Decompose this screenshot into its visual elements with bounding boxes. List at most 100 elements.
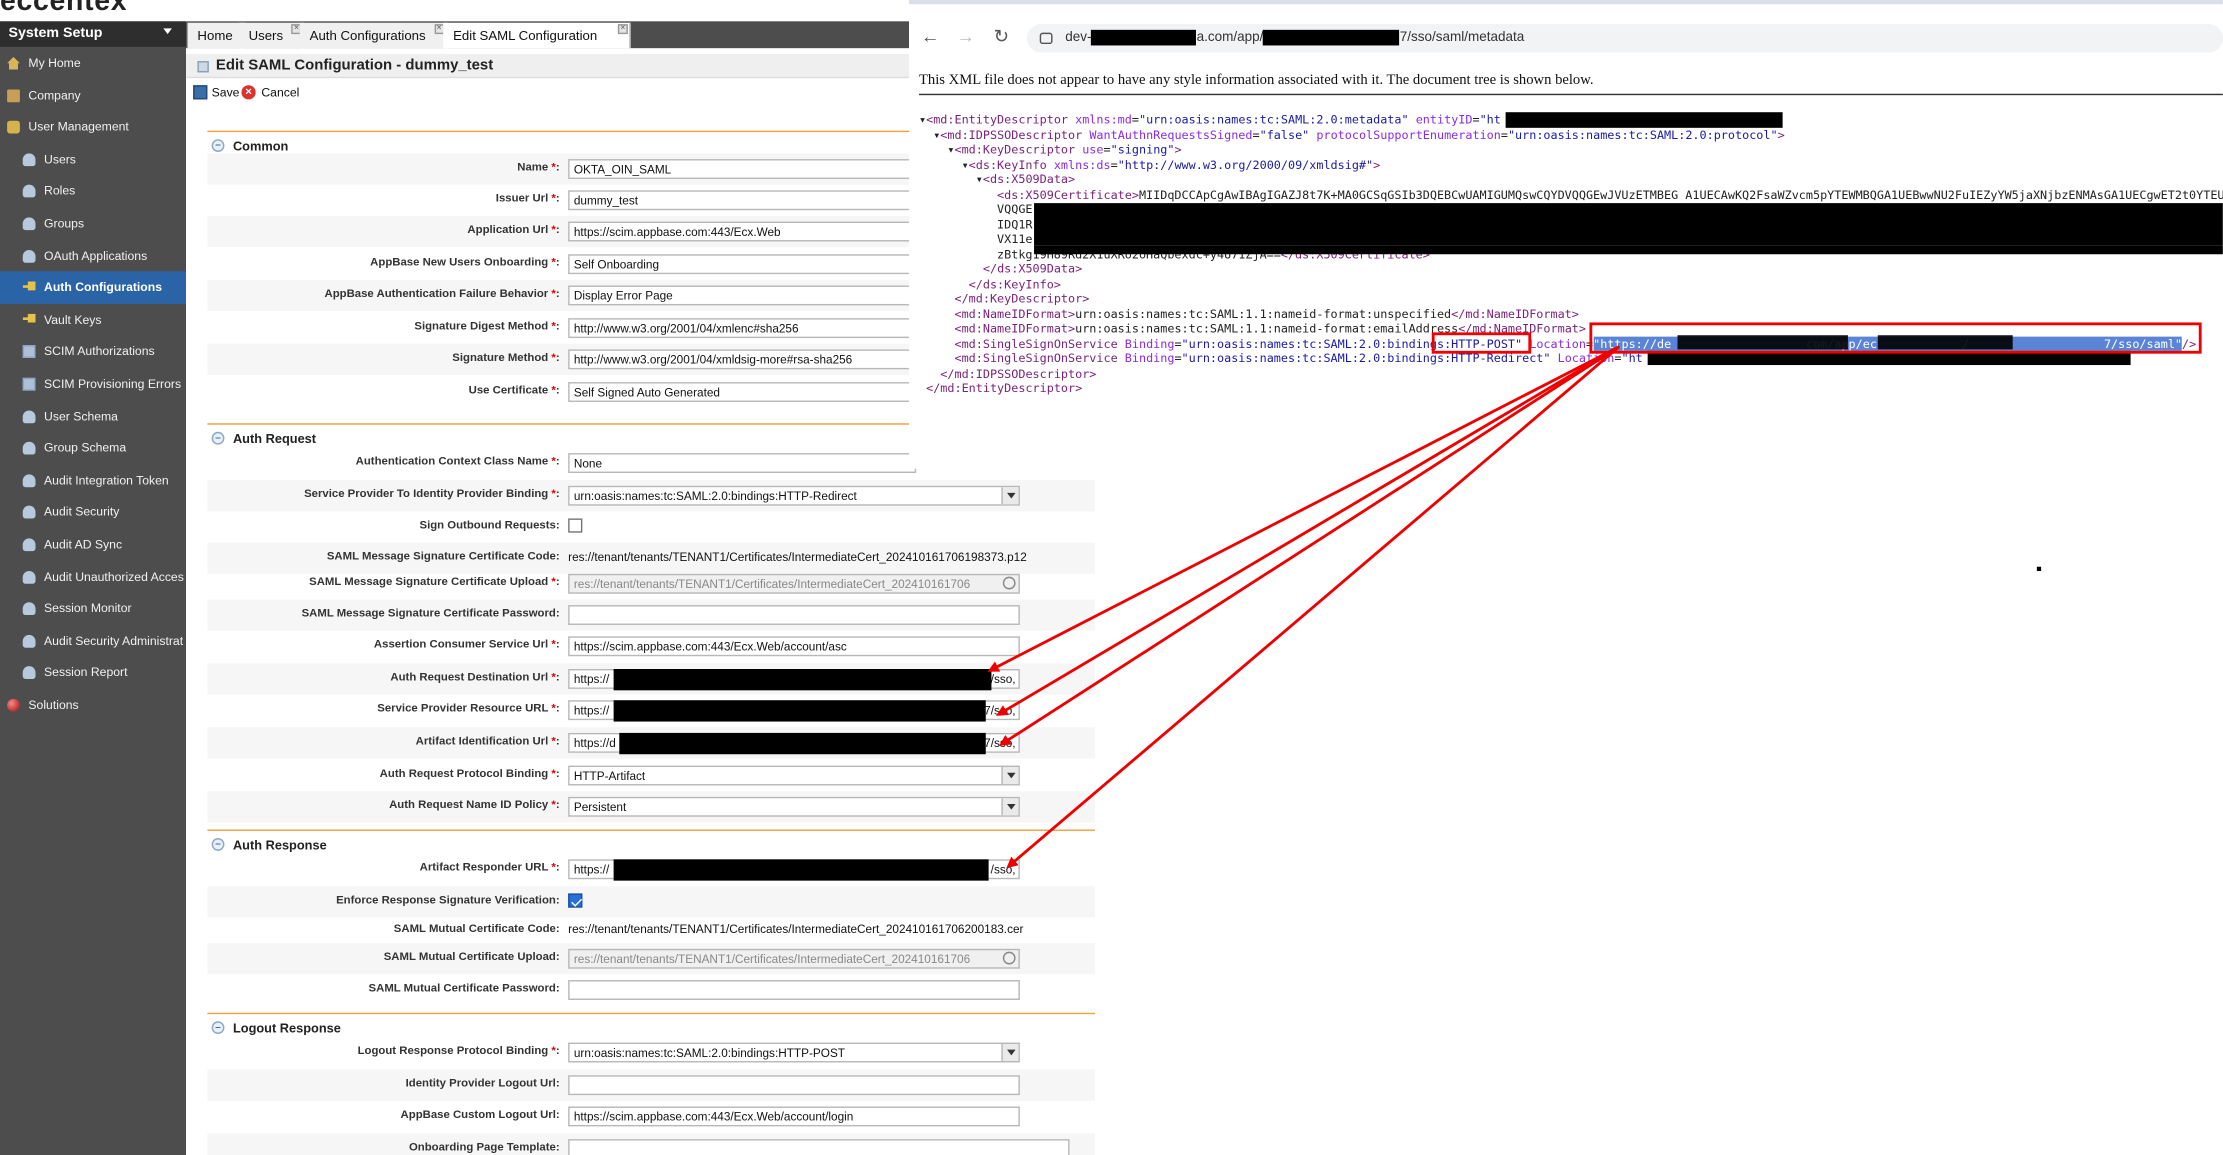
section-logout-response[interactable]: – Logout Response: [207, 1012, 1096, 1035]
sidebar-item-label: Groups: [44, 215, 85, 231]
search-icon[interactable]: [1002, 951, 1016, 965]
field-row-acs-url: Assertion Consumer Service Url *: https:/…: [207, 631, 1095, 662]
stray-dot: [2036, 566, 2042, 572]
field-label: Artifact Responder URL *:: [419, 860, 560, 874]
sidebar-item-session-monitor[interactable]: Session Monitor: [0, 592, 186, 624]
sidebar-item-users[interactable]: Users: [0, 143, 186, 175]
field-label: AppBase Custom Logout Url:: [400, 1107, 560, 1121]
company-icon: [7, 88, 20, 102]
sidebar-item-vault-keys[interactable]: Vault Keys: [0, 304, 186, 336]
section-auth-response[interactable]: – Auth Response: [207, 829, 1096, 853]
field-row-logout-binding: Logout Response Protocol Binding *: urn:o…: [207, 1037, 1095, 1068]
sidebar-item-auth-configurations[interactable]: Auth Configurations: [0, 271, 187, 304]
request-binding-select[interactable]: HTTP-Artifact: [568, 765, 1020, 786]
signature-method-select[interactable]: http://www.w3.org/2001/04/xmldsig-more#r…: [568, 349, 917, 370]
back-icon[interactable]: ←: [920, 26, 940, 47]
auth-context-input[interactable]: None: [568, 453, 917, 473]
chevron-down-icon[interactable]: [163, 28, 172, 35]
field-label: Application Url *:: [467, 223, 560, 236]
sidebar-item-scim-provisioning-errors[interactable]: SCIM Provisioning Errors: [0, 368, 186, 400]
sidebar-item-audit-security[interactable]: Audit Security: [0, 496, 186, 528]
redaction: [613, 859, 989, 881]
sidebar-item-groups[interactable]: Groups: [0, 207, 186, 239]
search-icon[interactable]: [1002, 576, 1016, 590]
tab-edit-saml-configuration[interactable]: Edit SAML Configuration ×: [443, 22, 631, 49]
mutual-cert-upload-input[interactable]: res://tenant/tenants/TENANT1/Certificate…: [568, 948, 1020, 969]
field-row-req-binding: Auth Request Protocol Binding *: HTTP-Art…: [207, 760, 1095, 791]
chevron-down-icon[interactable]: [1001, 1043, 1019, 1062]
use-certificate-select[interactable]: Self Signed Auto Generated: [568, 382, 917, 402]
sp-idp-binding-select[interactable]: urn:oasis:names:tc:SAML:2.0:bindings:HTT…: [568, 485, 1020, 506]
collapse-icon[interactable]: –: [211, 838, 225, 851]
field-label: Issuer Url *:: [495, 191, 560, 205]
chevron-down-icon[interactable]: [1001, 798, 1019, 816]
sidebar-item-audit-ad-sync[interactable]: Audit AD Sync: [0, 528, 186, 560]
field-row-custom-logout: AppBase Custom Logout Url: https://scim.a…: [207, 1101, 1095, 1132]
reload-icon[interactable]: ↻: [991, 26, 1011, 47]
field-row-artifact-id: Artifact Identification Url *: https://d 7…: [207, 727, 1096, 759]
save-button[interactable]: Save: [193, 84, 239, 101]
enforce-signature-checkbox[interactable]: [568, 893, 583, 908]
acs-url-input[interactable]: https://scim.appbase.com:443/Ecx.Web/acc…: [568, 636, 1020, 657]
field-row-enforce-sig: Enforce Response Signature Verification:: [207, 886, 1096, 918]
sidebar-item-audit-integration-token[interactable]: Audit Integration Token: [0, 464, 186, 496]
address-bar[interactable]: dev-a.com/app/7/sso/saml/metadata: [1026, 24, 2223, 53]
sidebar-item-solutions[interactable]: Solutions: [0, 689, 186, 721]
url-mid: a.com/app/: [1196, 29, 1264, 46]
collapse-icon[interactable]: –: [211, 431, 225, 445]
name-input[interactable]: OKTA_OIN_SAML: [568, 159, 917, 179]
msg-cert-password-input[interactable]: [568, 605, 1020, 625]
cancel-button[interactable]: × Cancel: [241, 84, 299, 101]
field-label: SAML Message Signature Certificate Passw…: [301, 606, 560, 620]
tab-home[interactable]: Home: [187, 22, 246, 49]
sidebar-item-user-schema[interactable]: User Schema: [0, 400, 186, 432]
sidebar-item-oauth-applications[interactable]: OAuth Applications: [0, 239, 186, 271]
sidebar-item-label: Vault Keys: [44, 312, 102, 327]
user-icon: [22, 602, 36, 616]
sidebar-item-scim-authorizations[interactable]: SCIM Authorizations: [0, 336, 186, 368]
tab-auth-configurations[interactable]: Auth Configurations ×: [299, 22, 447, 49]
form-icon: [197, 61, 209, 73]
section-title: Common: [232, 139, 289, 154]
custom-logout-url-input[interactable]: https://scim.appbase.com:443/Ecx.Web/acc…: [568, 1106, 1020, 1127]
section-title: Auth Request: [232, 431, 317, 447]
field-label: Name *:: [517, 160, 560, 174]
sidebar-item-my-home[interactable]: My Home: [0, 47, 186, 79]
sidebar-item-label: Session Monitor: [44, 600, 132, 616]
sidebar-item-label: Company: [28, 87, 81, 102]
sidebar-item-session-report[interactable]: Session Report: [0, 657, 186, 689]
sidebar-item-user-management[interactable]: User Management: [0, 111, 186, 143]
sidebar-item-audit-security-administration[interactable]: Audit Security Administrat: [0, 625, 186, 657]
sign-outbound-checkbox[interactable]: [568, 518, 583, 533]
issuer-url-input[interactable]: dummy_test: [568, 190, 917, 211]
onboarding-template-input[interactable]: [568, 1139, 1070, 1155]
site-info-icon[interactable]: [1039, 32, 1053, 45]
digest-method-select[interactable]: http://www.w3.org/2001/04/xmlenc#sha256: [568, 318, 917, 339]
idp-logout-url-input[interactable]: [568, 1075, 1020, 1096]
field-row-sp-resource: Service Provider Resource URL *: https://…: [207, 695, 1095, 726]
tab-users[interactable]: Users ×: [238, 22, 305, 49]
close-icon[interactable]: ×: [617, 24, 628, 35]
chevron-down-icon[interactable]: [1001, 767, 1019, 785]
tab-label: Users: [248, 28, 284, 43]
sidebar-item-group-schema[interactable]: Group Schema: [0, 432, 186, 464]
application-url-input[interactable]: https://scim.appbase.com:443/Ecx.Web: [568, 221, 917, 242]
sidebar-item-roles[interactable]: Roles: [0, 175, 186, 207]
forward-icon[interactable]: →: [956, 26, 976, 47]
collapse-icon[interactable]: –: [211, 139, 225, 152]
divider: [918, 93, 2223, 96]
auth-failure-select[interactable]: Display Error Page: [568, 285, 917, 306]
logout-binding-select[interactable]: urn:oasis:names:tc:SAML:2.0:bindings:HTT…: [568, 1042, 1020, 1063]
sidebar-item-company[interactable]: Company: [0, 79, 186, 111]
sidebar-header[interactable]: System Setup: [0, 21, 187, 47]
mutual-cert-password-input[interactable]: [568, 980, 1020, 1000]
url-suffix: 7/sso/saml/metadata: [1399, 29, 1525, 46]
collapse-icon[interactable]: –: [211, 1021, 225, 1035]
name-id-policy-select[interactable]: Persistent: [568, 796, 1020, 817]
section-title: Auth Response: [232, 838, 327, 853]
chevron-down-icon[interactable]: [1001, 487, 1019, 505]
onboarding-select[interactable]: Self Onboarding: [568, 254, 917, 275]
sidebar-item-label: OAuth Applications: [44, 247, 148, 263]
sidebar-item-audit-unauthorized-access[interactable]: Audit Unauthorized Acces: [0, 560, 186, 592]
msg-cert-upload-input[interactable]: res://tenant/tenants/TENANT1/Certificate…: [568, 573, 1020, 594]
